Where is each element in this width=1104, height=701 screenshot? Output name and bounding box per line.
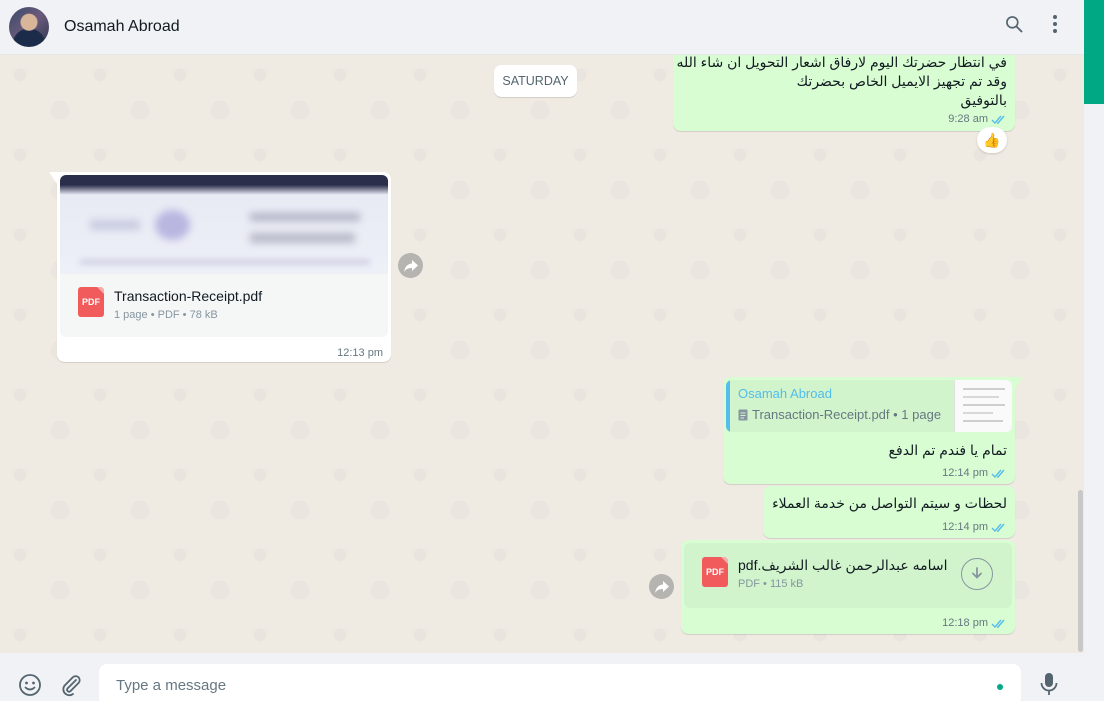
message-time: 9:28 am — [948, 113, 988, 125]
document-meta: PDF • 115 kB — [738, 578, 804, 590]
emoji-icon[interactable] — [18, 673, 42, 701]
compose-bar: Type a message — [0, 653, 1084, 701]
quoted-text: Transaction-Receipt.pdf • 1 page — [752, 407, 942, 422]
message-bubble-incoming[interactable]: PDF Transaction-Receipt.pdf 1 page • PDF… — [49, 172, 391, 362]
message-text: تمام يا فندم تم الدفع — [888, 442, 1007, 458]
document-card[interactable]: PDF اسامه عبدالرحمن غالب الشريف.pdf PDF … — [684, 543, 1012, 608]
app-accent-strip — [1084, 0, 1104, 104]
message-time: 12:13 pm — [337, 347, 383, 359]
forward-button[interactable] — [649, 574, 674, 599]
pdf-file-icon: PDF — [78, 287, 104, 317]
date-separator: SATURDAY — [494, 65, 577, 97]
message-text: في انتظار حضرتك اليوم لارفاق اشعار التحو… — [677, 55, 1007, 70]
message-bubble-outgoing[interactable]: PDF اسامه عبدالرحمن غالب الشريف.pdf PDF … — [681, 540, 1015, 634]
message-list[interactable]: في انتظار حضرتك اليوم لارفاق اشعار التحو… — [0, 55, 1084, 653]
bubble-tail — [1015, 377, 1023, 389]
message-text: وقد تم تجهيز الايميل الخاص بحضرتك — [796, 73, 1007, 89]
document-icon — [738, 409, 748, 420]
forward-button[interactable] — [398, 253, 423, 278]
quoted-thumbnail — [954, 380, 1012, 432]
side-panel-edge — [1084, 104, 1104, 701]
message-bubble-outgoing[interactable]: Osamah Abroad Transaction-Receipt.pdf • … — [723, 377, 1023, 484]
message-bubble-outgoing[interactable]: في انتظار حضرتك اليوم لارفاق اشعار التحو… — [673, 55, 1015, 131]
quoted-message[interactable]: Osamah Abroad Transaction-Receipt.pdf • … — [726, 380, 1012, 432]
message-time: 12:14 pm — [942, 521, 988, 533]
document-name: Transaction-Receipt.pdf — [114, 288, 263, 304]
message-text: بالتوفيق — [960, 92, 1007, 108]
download-icon — [972, 567, 982, 579]
double-check-icon — [991, 115, 1005, 124]
attach-icon[interactable] — [59, 673, 83, 701]
document-meta: 1 page • PDF • 78 kB — [114, 309, 218, 321]
message-input[interactable]: Type a message — [99, 664, 1021, 701]
document-card[interactable]: PDF Transaction-Receipt.pdf 1 page • PDF… — [60, 274, 388, 337]
microphone-icon[interactable] — [1040, 672, 1058, 701]
message-text: لحظات و سيتم التواصل من خدمة العملاء — [772, 495, 1007, 511]
double-check-icon — [991, 469, 1005, 478]
pdf-file-icon: PDF — [702, 557, 728, 587]
search-icon[interactable] — [1004, 14, 1024, 34]
contact-avatar[interactable] — [9, 7, 49, 47]
document-preview[interactable] — [60, 175, 388, 274]
chat-header: Osamah Abroad — [0, 0, 1084, 55]
double-check-icon — [991, 619, 1005, 628]
status-dot — [997, 684, 1003, 690]
double-check-icon — [991, 523, 1005, 532]
chat-scrollbar[interactable] — [1078, 490, 1083, 652]
forward-icon — [403, 259, 418, 272]
download-button[interactable] — [961, 558, 993, 590]
forward-icon — [654, 580, 669, 593]
message-time: 12:14 pm — [942, 467, 988, 479]
quoted-author: Osamah Abroad — [738, 386, 832, 401]
message-time: 12:18 pm — [942, 617, 988, 629]
message-bubble-outgoing[interactable]: لحظات و سيتم التواصل من خدمة العملاء 12:… — [763, 486, 1015, 538]
message-input-placeholder: Type a message — [116, 676, 227, 694]
document-name: اسامه عبدالرحمن غالب الشريف.pdf — [738, 557, 948, 573]
thumbs-up-reaction[interactable]: 👍 — [977, 127, 1007, 153]
bubble-tail — [49, 172, 57, 184]
contact-name[interactable]: Osamah Abroad — [64, 18, 180, 36]
menu-dots-icon[interactable] — [1052, 14, 1058, 34]
